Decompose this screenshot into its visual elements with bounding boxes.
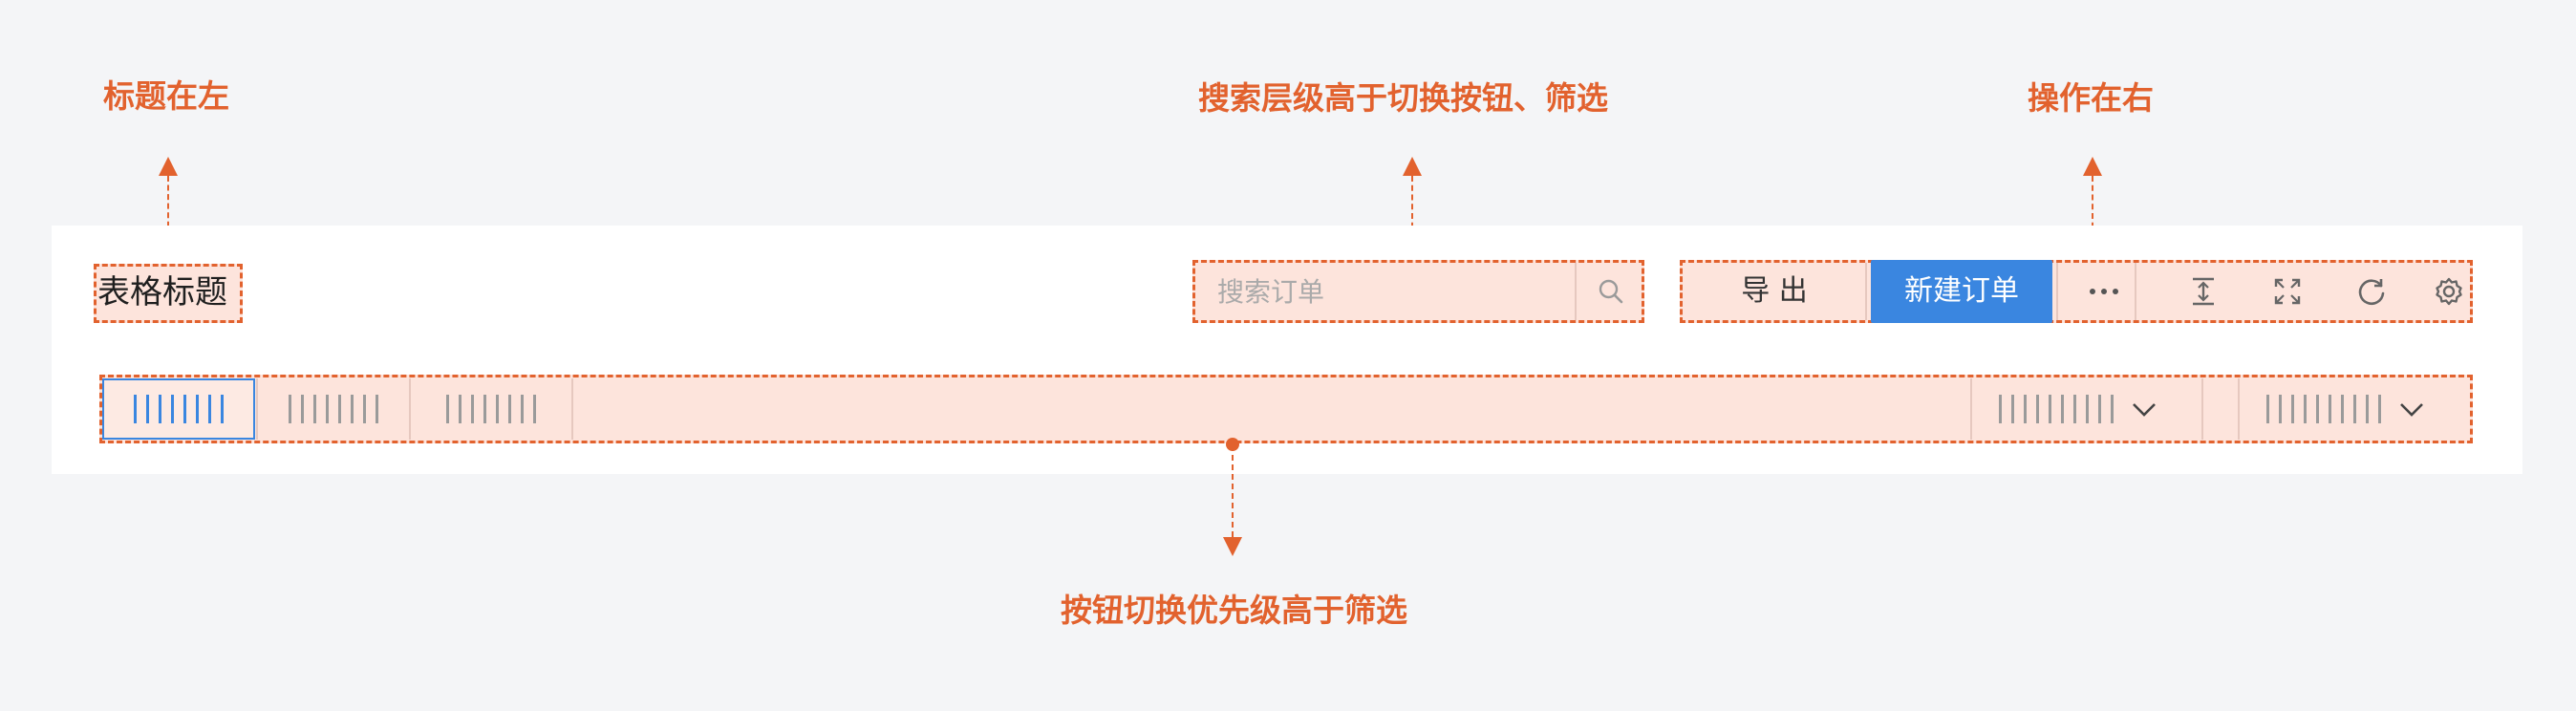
refresh-button[interactable] — [2343, 264, 2400, 319]
filter-2-value-placeholder — [2266, 395, 2381, 423]
export-button[interactable]: 导 出 — [1684, 262, 1865, 321]
tab-3[interactable] — [411, 378, 571, 440]
tab-3-label-placeholder — [446, 395, 536, 423]
filter-divider-2 — [2201, 378, 2203, 440]
tab-1[interactable] — [102, 378, 255, 440]
chevron-down-icon — [2133, 403, 2156, 417]
row-height-button[interactable] — [2175, 264, 2232, 319]
annotation-arrow-search — [1403, 157, 1422, 176]
annotation-search-priority: 搜索层级高于切换按钮、筛选 — [1198, 79, 1608, 117]
table-title: 表格标题 — [97, 273, 227, 312]
settings-button[interactable] — [2423, 264, 2475, 319]
fullscreen-button[interactable] — [2259, 264, 2316, 319]
row-height-icon — [2193, 277, 2214, 306]
filter-select-1[interactable] — [1999, 378, 2157, 440]
filter-divider-1 — [1970, 378, 1972, 440]
more-divider-left — [2056, 263, 2058, 320]
chevron-down-icon — [2400, 403, 2423, 417]
search-button[interactable] — [1581, 264, 1641, 319]
fullscreen-icon — [2274, 278, 2301, 305]
refresh-icon — [2358, 279, 2385, 306]
more-icon — [2090, 289, 2118, 294]
new-order-button[interactable]: 新建订单 — [1871, 260, 2052, 323]
annotation-actions-right: 操作在右 — [2028, 79, 2154, 117]
tab-2-label-placeholder — [289, 395, 378, 423]
filter-divider-3 — [2238, 378, 2240, 440]
annotation-arrow-toggle — [1223, 537, 1242, 556]
annotation-line-toggle — [1232, 445, 1234, 537]
search-divider — [1575, 263, 1577, 320]
tab-divider-3 — [571, 378, 573, 440]
annotation-toggle-priority: 按钮切换优先级高于筛选 — [1061, 592, 1407, 629]
tab-1-label-placeholder — [134, 395, 224, 423]
more-button[interactable] — [2075, 264, 2133, 319]
filter-select-2[interactable] — [2266, 378, 2425, 440]
search-input[interactable] — [1196, 262, 1574, 321]
search-icon — [1599, 279, 1623, 304]
tab-2[interactable] — [258, 378, 409, 440]
annotation-arrow-title — [159, 157, 178, 176]
gear-icon — [2436, 277, 2462, 306]
annotation-title-left: 标题在左 — [103, 77, 229, 115]
more-divider-right — [2135, 263, 2136, 320]
annotation-arrow-actions — [2083, 157, 2102, 176]
export-divider — [1865, 263, 1867, 320]
filter-1-value-placeholder — [1999, 395, 2114, 423]
